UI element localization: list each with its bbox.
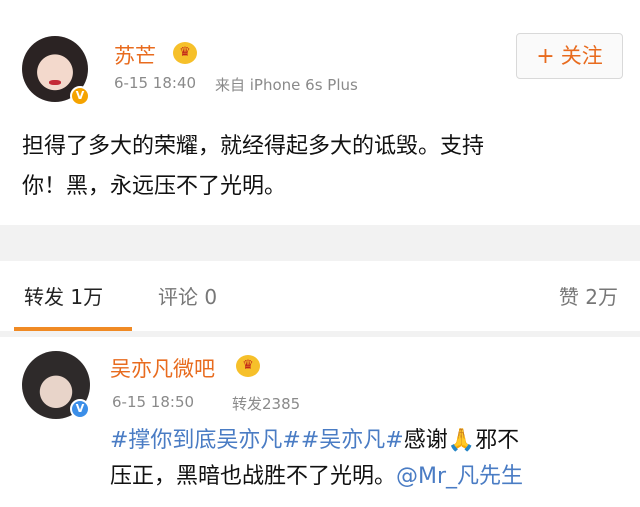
crown-icon: ♛ <box>173 42 197 64</box>
tab-like[interactable]: 赞 2万 <box>559 281 618 310</box>
post-timestamp: 6-15 18:40 <box>114 74 197 92</box>
pray-icon: 🙏 <box>447 428 476 453</box>
avatar-lips <box>49 80 61 85</box>
repost-item: V 吴亦凡微吧 ♛ 6-15 18:50 转发2385 #撑你到底吴亦凡##吴亦… <box>0 337 640 507</box>
crown-icon: ♛ <box>236 355 260 377</box>
author-name[interactable]: 苏芒 <box>114 40 156 70</box>
repost-timestamp: 6-15 18:50 <box>112 393 195 411</box>
tab-forward[interactable]: 转发 1万 <box>24 281 103 310</box>
post-content-line: 你！黑，永远压不了光明。 <box>22 174 287 199</box>
hashtag-link[interactable]: #撑你到底吴亦凡# <box>110 428 301 453</box>
plus-icon: + <box>536 44 555 69</box>
repost-author-avatar[interactable]: V <box>22 351 90 419</box>
repost-content-line: 压正，黑暗也战胜不了光明。@Mr_凡先生 <box>110 459 630 495</box>
post-content-line: 担得了多大的荣耀，就经得起多大的诋毁。支持 <box>22 134 485 159</box>
repost-text: 压正，黑暗也战胜不了光明。 <box>110 464 397 489</box>
tab-comment[interactable]: 评论 0 <box>158 281 217 310</box>
repost-author-name[interactable]: 吴亦凡微吧 <box>110 353 215 383</box>
post-source: 来自 iPhone 6s Plus <box>215 76 358 94</box>
mention-link[interactable]: @Mr_凡先生 <box>396 464 523 489</box>
verified-badge-icon: V <box>70 86 90 106</box>
repost-content: #撑你到底吴亦凡##吴亦凡#感谢🙏邪不 压正，黑暗也战胜不了光明。@Mr_凡先生 <box>110 423 630 495</box>
repost-count: 转发2385 <box>232 395 301 413</box>
author-avatar[interactable]: V <box>22 36 90 106</box>
original-post: V 苏芒 ♛ 6-15 18:40 来自 iPhone 6s Plus + 关注 … <box>0 0 640 225</box>
section-gap <box>0 225 640 261</box>
post-content: 担得了多大的荣耀，就经得起多大的诋毁。支持 你！黑，永远压不了光明。 <box>22 127 622 207</box>
follow-label: 关注 <box>560 44 603 68</box>
follow-button[interactable]: + 关注 <box>516 33 623 79</box>
repost-text: 邪不 <box>475 428 520 453</box>
repost-content-line: #撑你到底吴亦凡##吴亦凡#感谢🙏邪不 <box>110 423 630 459</box>
repost-text: 感谢 <box>403 428 448 453</box>
interaction-tabs: 转发 1万 评论 0 赞 2万 <box>0 261 640 331</box>
hashtag-link[interactable]: #吴亦凡# <box>301 428 404 453</box>
verified-badge-icon: V <box>70 399 90 419</box>
